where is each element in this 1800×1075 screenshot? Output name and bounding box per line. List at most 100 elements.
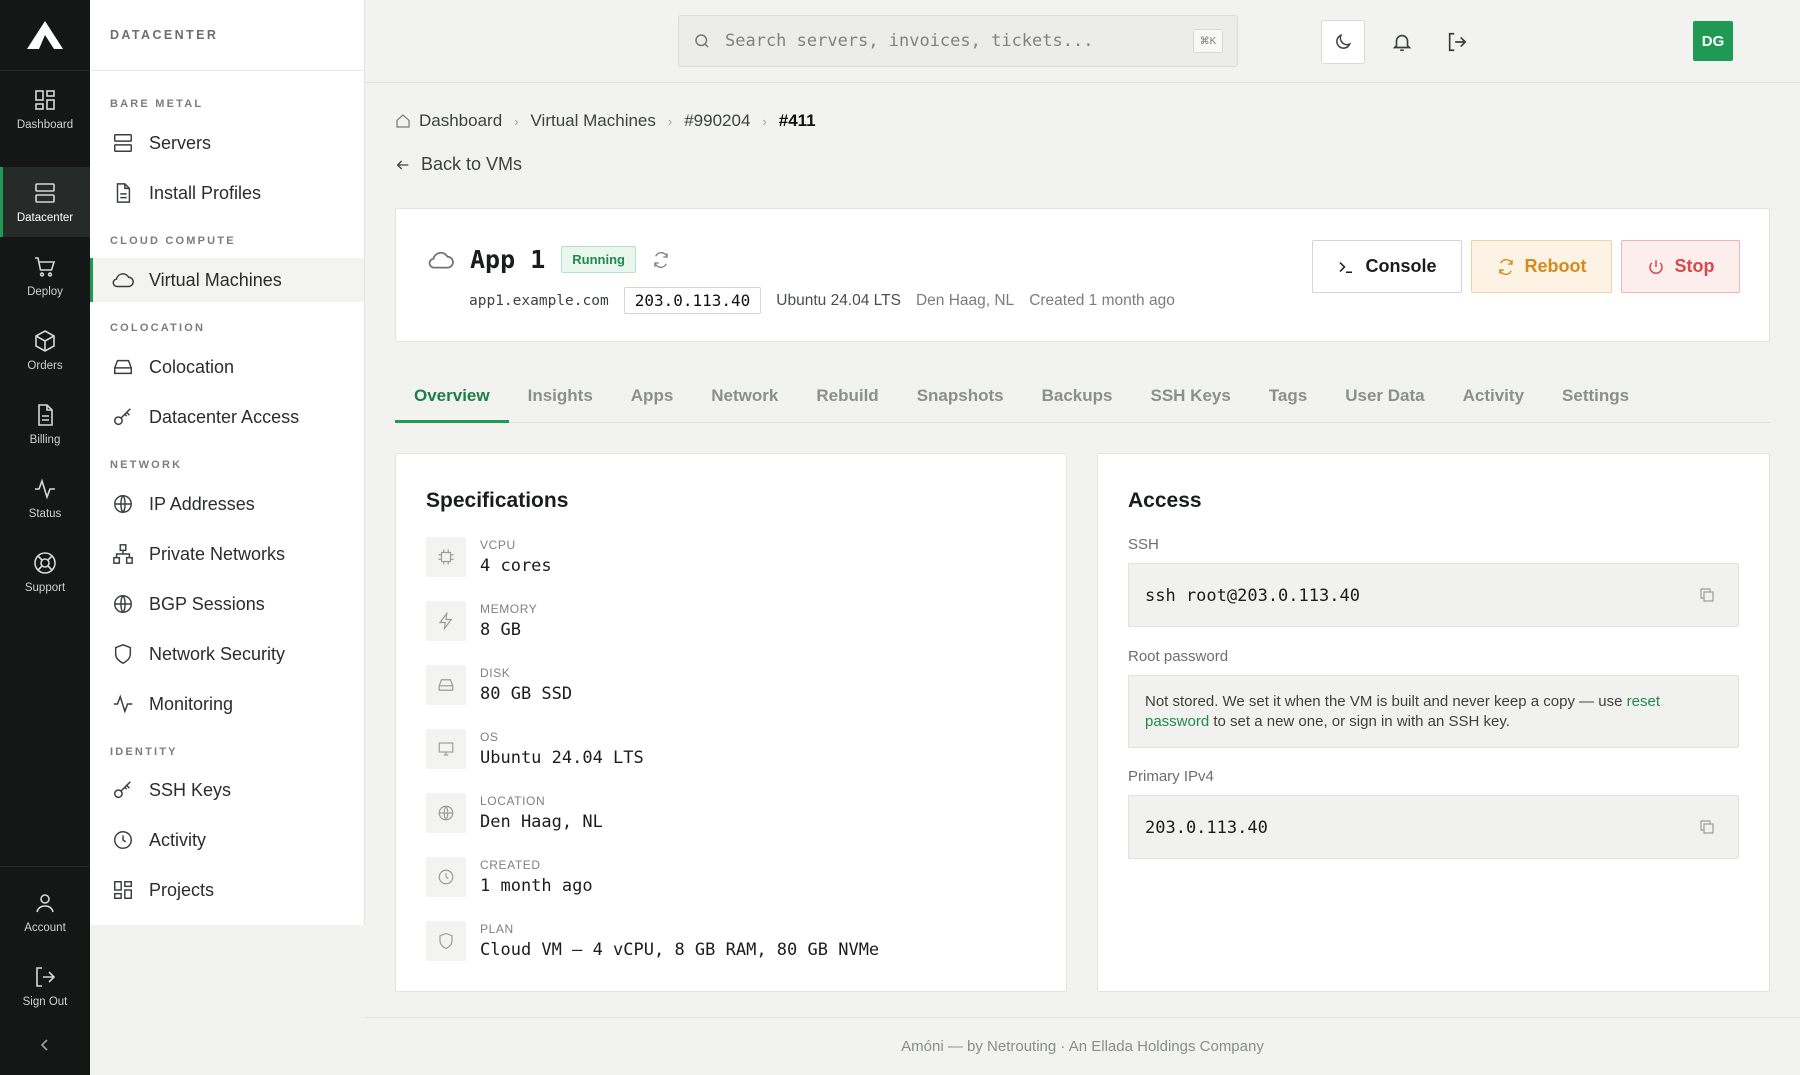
ssh-command-field[interactable]: ssh root@203.0.113.40 bbox=[1128, 563, 1739, 627]
rail-item-datacenter[interactable]: Datacenter bbox=[0, 167, 90, 237]
server-icon bbox=[111, 131, 135, 155]
reboot-button[interactable]: Reboot bbox=[1471, 240, 1612, 293]
sidebar-title: DATACENTER bbox=[90, 0, 364, 71]
rail-label: Sign Out bbox=[22, 995, 68, 1008]
sidebar-item-ip-addresses[interactable]: IP Addresses bbox=[90, 482, 364, 526]
root-password-label: Root password bbox=[1128, 648, 1229, 665]
cpu-icon bbox=[426, 537, 466, 577]
tab-backups[interactable]: Backups bbox=[1023, 376, 1132, 423]
search-input[interactable] bbox=[725, 31, 1193, 51]
spec-key: LOCATION bbox=[480, 794, 546, 808]
avatar[interactable]: DG bbox=[1693, 21, 1733, 61]
sidebar-item-network-security[interactable]: Network Security bbox=[90, 632, 364, 676]
tab-settings[interactable]: Settings bbox=[1543, 376, 1648, 423]
rail-item-status[interactable]: Status bbox=[0, 463, 90, 533]
sidebar-item-virtual-machines[interactable]: Virtual Machines bbox=[90, 258, 364, 302]
spec-value: 8 GB bbox=[480, 620, 521, 640]
vm-tabs: Overview Insights Apps Network Rebuild S… bbox=[395, 376, 1770, 423]
tab-rebuild[interactable]: Rebuild bbox=[797, 376, 897, 423]
refresh-status-button[interactable] bbox=[652, 251, 670, 269]
notifications-button[interactable] bbox=[1380, 20, 1424, 64]
breadcrumb-virtual-machines[interactable]: Virtual Machines bbox=[531, 111, 656, 131]
copy-ssh-button[interactable] bbox=[1698, 586, 1716, 604]
sidebar-item-projects[interactable]: Projects bbox=[90, 868, 364, 912]
shield-icon bbox=[111, 642, 135, 666]
back-to-vms-link[interactable]: Back to VMs bbox=[395, 154, 522, 175]
sidebar-item-label: Install Profiles bbox=[149, 182, 262, 203]
vm-summary-card: App 1 Running app1.example.com 203.0.113… bbox=[395, 208, 1770, 342]
rail-item-deploy[interactable]: Deploy bbox=[0, 241, 90, 311]
rail-item-sign-out[interactable]: Sign Out bbox=[0, 951, 90, 1021]
console-button[interactable]: Console bbox=[1312, 240, 1462, 293]
sidebar-item-servers[interactable]: Servers bbox=[90, 121, 364, 165]
sidebar-item-private-networks[interactable]: Private Networks bbox=[90, 532, 364, 576]
globe-icon bbox=[111, 592, 135, 616]
tab-network[interactable]: Network bbox=[692, 376, 797, 423]
tab-snapshots[interactable]: Snapshots bbox=[898, 376, 1023, 423]
breadcrumb-separator: › bbox=[667, 113, 673, 129]
tab-tags[interactable]: Tags bbox=[1250, 376, 1326, 423]
search-icon bbox=[695, 34, 709, 48]
password-note-text: to set a new one, or sign in with an SSH… bbox=[1213, 713, 1510, 730]
rail-item-account[interactable]: Account bbox=[0, 877, 90, 947]
monitor-icon bbox=[426, 729, 466, 769]
rail-item-support[interactable]: Support bbox=[0, 537, 90, 607]
rail-item-dashboard[interactable]: Dashboard bbox=[0, 74, 90, 144]
collapse-sidebar-button[interactable] bbox=[0, 1025, 90, 1065]
tab-overview[interactable]: Overview bbox=[395, 376, 509, 423]
ssh-label: SSH bbox=[1128, 536, 1159, 553]
disk-icon bbox=[426, 665, 466, 705]
rail-item-orders[interactable]: Orders bbox=[0, 315, 90, 385]
rail-label: Orders bbox=[27, 359, 63, 372]
sidebar-item-label: Virtual Machines bbox=[149, 269, 282, 290]
sidebar-item-label: Monitoring bbox=[149, 693, 234, 714]
sidebar-item-bgp-sessions[interactable]: BGP Sessions bbox=[90, 582, 364, 626]
tab-user-data[interactable]: User Data bbox=[1326, 376, 1443, 423]
breadcrumb-order[interactable]: #990204 bbox=[684, 111, 750, 131]
sidebar-item-label: IP Addresses bbox=[149, 493, 255, 514]
copy-ipv4-button[interactable] bbox=[1698, 818, 1716, 836]
spec-value: Den Haag, NL bbox=[480, 812, 603, 832]
access-card: Access SSH ssh root@203.0.113.40 Root pa… bbox=[1097, 453, 1770, 992]
sidebar-item-install-profiles[interactable]: Install Profiles bbox=[90, 171, 364, 215]
logo[interactable] bbox=[0, 0, 90, 71]
vm-os: Ubuntu 24.04 LTS bbox=[776, 291, 901, 309]
terminal-icon bbox=[1339, 261, 1353, 273]
tab-ssh-keys[interactable]: SSH Keys bbox=[1131, 376, 1249, 423]
spec-row-memory: MEMORY 8 GB bbox=[426, 601, 537, 645]
page-footer: Amóni — by Netrouting · An Ellada Holdin… bbox=[365, 1017, 1800, 1075]
sidebar-item-datacenter-access[interactable]: Datacenter Access bbox=[90, 395, 364, 439]
key-icon bbox=[111, 778, 135, 802]
document-icon bbox=[38, 403, 53, 426]
reboot-label: Reboot bbox=[1524, 256, 1587, 276]
spec-row-plan: PLAN Cloud VM — 4 vCPU, 8 GB RAM, 80 GB N… bbox=[426, 921, 879, 965]
sign-out-icon bbox=[1448, 32, 1467, 52]
search-bar[interactable]: ⌘K bbox=[678, 15, 1238, 67]
sidebar-item-monitoring[interactable]: Monitoring bbox=[90, 682, 364, 726]
sidebar-item-label: Projects bbox=[149, 879, 215, 900]
section-title-colocation: COLOCATION bbox=[110, 322, 206, 334]
stop-button[interactable]: Stop bbox=[1621, 240, 1740, 293]
sidebar-item-activity[interactable]: Activity bbox=[90, 818, 364, 862]
vm-ip[interactable]: 203.0.113.40 bbox=[623, 287, 762, 314]
tab-activity[interactable]: Activity bbox=[1444, 376, 1543, 423]
rail-item-billing[interactable]: Billing bbox=[0, 389, 90, 459]
rail-label: Billing bbox=[29, 433, 61, 446]
section-title-bare-metal: BARE METAL bbox=[110, 98, 204, 110]
breadcrumb-dashboard[interactable]: Dashboard bbox=[419, 111, 502, 131]
vm-name: App 1 bbox=[470, 245, 546, 274]
spec-row-vcpu: VCPU 4 cores bbox=[426, 537, 552, 581]
tab-insights[interactable]: Insights bbox=[509, 376, 612, 423]
sidebar-item-label: SSH Keys bbox=[149, 779, 232, 800]
logout-button[interactable] bbox=[1435, 20, 1479, 64]
theme-toggle-button[interactable] bbox=[1321, 20, 1365, 64]
grid-icon bbox=[35, 89, 55, 110]
sidebar-item-colocation[interactable]: Colocation bbox=[90, 345, 364, 389]
sidebar-item-ssh-keys[interactable]: SSH Keys bbox=[90, 768, 364, 812]
tab-apps[interactable]: Apps bbox=[612, 376, 693, 423]
server-icon bbox=[35, 182, 55, 203]
rail-label: Status bbox=[28, 507, 62, 520]
spec-row-location: LOCATION Den Haag, NL bbox=[426, 793, 603, 837]
rail-label: Dashboard bbox=[16, 118, 74, 131]
primary-ipv4-field[interactable]: 203.0.113.40 bbox=[1128, 795, 1739, 859]
